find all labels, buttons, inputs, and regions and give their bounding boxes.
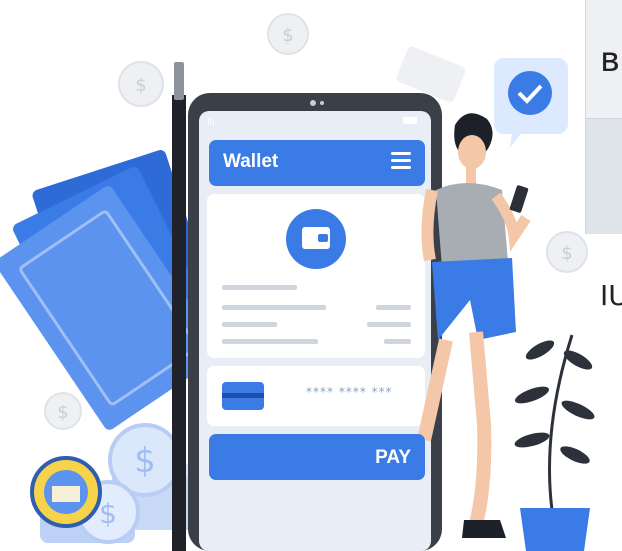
seal-logo [30, 456, 102, 528]
side-panel-row-2-text: IU [600, 279, 622, 312]
plant-icon [514, 334, 595, 551]
side-panel: ʙ IU [585, 0, 622, 312]
menu-icon[interactable] [391, 152, 411, 172]
masked-card-number: **** **** *** [306, 385, 393, 399]
credit-card-icon [222, 382, 264, 410]
side-panel-row-1: ʙ [586, 0, 622, 119]
side-panel-row-2: IU [586, 119, 622, 312]
svg-text:llı.: llı. [207, 118, 217, 128]
zipper-edge [172, 62, 186, 551]
svg-text:$: $ [57, 402, 68, 423]
pay-label: PAY [375, 447, 411, 468]
svg-text:$: $ [282, 25, 293, 46]
check-badge-icon [494, 58, 568, 148]
side-panel-row-1-text: ʙ [600, 40, 620, 80]
wallet-header: Wallet [209, 140, 425, 186]
svg-text:$: $ [561, 243, 572, 264]
pay-button[interactable]: PAY [209, 434, 425, 480]
wallet-title: Wallet [223, 151, 279, 172]
svg-text:$: $ [134, 441, 156, 481]
svg-text:$: $ [135, 75, 146, 96]
svg-text:$: $ [99, 497, 117, 530]
